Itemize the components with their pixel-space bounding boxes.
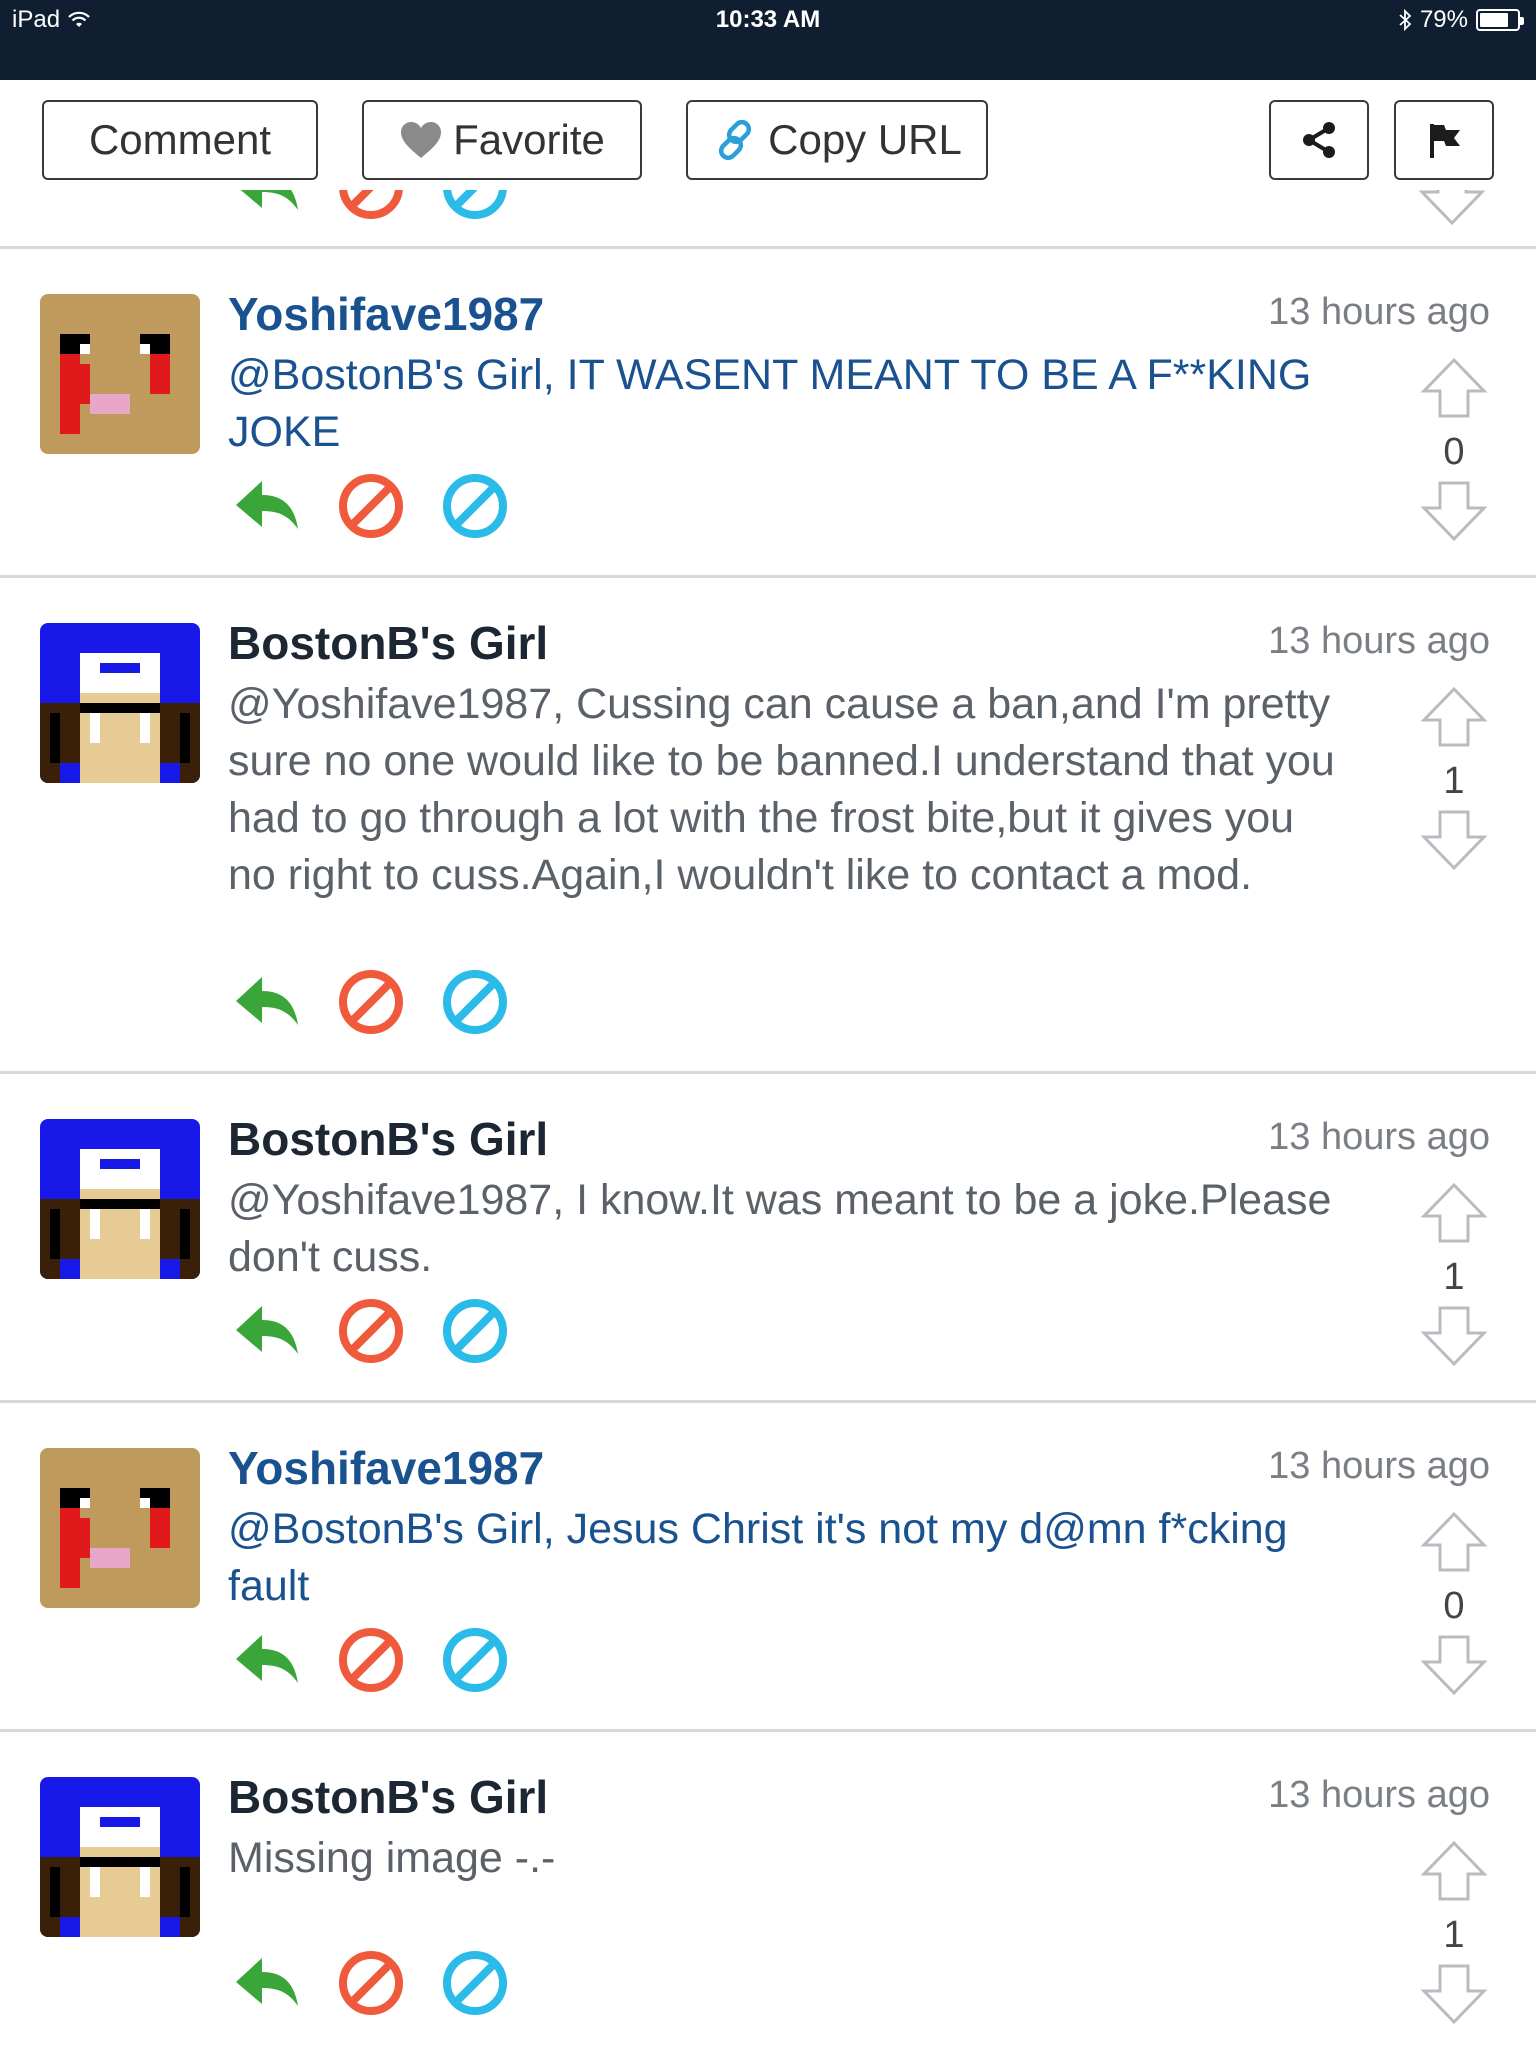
comment-author[interactable]: Yoshifave1987: [228, 1441, 544, 1495]
comment-text: @BostonB's Girl, IT WASENT MEANT TO BE A…: [228, 351, 1312, 456]
downvote-icon[interactable]: [1420, 480, 1488, 542]
vote-count: 0: [1443, 431, 1465, 473]
comment-row: BostonB's Girl 13 hours ago Missing imag…: [0, 1732, 1536, 2048]
comment-button[interactable]: Comment: [42, 100, 318, 180]
copy-url-button[interactable]: Copy URL: [686, 100, 988, 180]
vote-control: 1: [1408, 1182, 1500, 1372]
upvote-icon[interactable]: [1420, 357, 1488, 419]
heart-icon: [399, 120, 443, 160]
ignore-icon[interactable]: [440, 1625, 510, 1695]
share-icon: [1299, 120, 1339, 160]
block-icon[interactable]: [336, 1948, 406, 2018]
link-icon: [712, 117, 758, 163]
comment-button-label: Comment: [88, 116, 272, 163]
reply-icon[interactable]: [232, 471, 302, 541]
comment-text: @Yoshifave1987, I know.It was meant to b…: [228, 1176, 1332, 1281]
comment-author[interactable]: Yoshifave1987: [228, 287, 544, 341]
yoshifave-avatar[interactable]: [40, 1448, 200, 1608]
vote-count: 1: [1443, 1914, 1465, 1956]
comment-actions: [232, 1296, 510, 1366]
bluetooth-icon: [1398, 8, 1412, 32]
block-icon[interactable]: [336, 967, 406, 1037]
favorite-button[interactable]: Favorite: [362, 100, 642, 180]
ignore-icon[interactable]: [440, 1948, 510, 2018]
downvote-icon[interactable]: [1420, 1634, 1488, 1696]
comment-timestamp: 13 hours ago: [1268, 291, 1490, 333]
flag-button[interactable]: [1394, 100, 1494, 180]
upvote-icon[interactable]: [1420, 1511, 1488, 1573]
ignore-icon[interactable]: [440, 967, 510, 1037]
share-button[interactable]: [1269, 100, 1369, 180]
status-bar: iPad 10:33 AM 79%: [0, 0, 1536, 80]
yoshifave-avatar[interactable]: [40, 294, 200, 454]
reply-icon[interactable]: [232, 1296, 302, 1366]
ignore-icon[interactable]: [440, 1296, 510, 1366]
reply-icon[interactable]: [232, 967, 302, 1037]
downvote-icon[interactable]: [1418, 190, 1486, 226]
vote-control: 0: [1408, 357, 1500, 547]
vote-control: 1: [1408, 1840, 1500, 2030]
upvote-icon[interactable]: [1420, 686, 1488, 748]
vote-count: 0: [1443, 1585, 1465, 1627]
comment-actions: [232, 1948, 510, 2018]
comment-actions-partial: [232, 190, 510, 222]
vote-count: 1: [1443, 760, 1465, 802]
comment-author[interactable]: BostonB's Girl: [228, 1112, 548, 1166]
reply-icon[interactable]: [232, 1948, 302, 2018]
comment-author[interactable]: BostonB's Girl: [228, 1770, 548, 1824]
upvote-icon[interactable]: [1420, 1182, 1488, 1244]
comment-timestamp: 13 hours ago: [1268, 620, 1490, 662]
battery-icon: [1476, 9, 1524, 31]
copy-url-button-label: Copy URL: [768, 116, 962, 163]
vote-control: 0: [1408, 1511, 1500, 1701]
reply-icon[interactable]: [232, 190, 302, 222]
downvote-icon[interactable]: [1420, 1305, 1488, 1367]
vote-count: 1: [1443, 1256, 1465, 1298]
battery-percent: 79%: [1419, 6, 1468, 33]
comment-author[interactable]: BostonB's Girl: [228, 616, 548, 670]
comment-timestamp: 13 hours ago: [1268, 1774, 1490, 1816]
comment-text: @Yoshifave1987, Cussing can cause a ban,…: [228, 680, 1335, 899]
reply-icon[interactable]: [232, 1625, 302, 1695]
comment-row: Yoshifave1987 13 hours ago @BostonB's Gi…: [0, 249, 1536, 575]
block-icon[interactable]: [336, 471, 406, 541]
ignore-icon[interactable]: [440, 471, 510, 541]
comment-timestamp: 13 hours ago: [1268, 1116, 1490, 1158]
comment-actions: [232, 967, 510, 1037]
status-time: 10:33 AM: [715, 6, 821, 33]
favorite-button-label: Favorite: [453, 116, 605, 163]
status-right: 79%: [1398, 6, 1524, 34]
comment-actions: [232, 1625, 510, 1695]
downvote-icon[interactable]: [1420, 809, 1488, 871]
bostonb-girl-avatar[interactable]: [40, 623, 200, 783]
block-icon[interactable]: [336, 1625, 406, 1695]
upvote-icon[interactable]: [1420, 1840, 1488, 1902]
battery-level: [1480, 13, 1509, 27]
comment-row: BostonB's Girl 13 hours ago @Yoshifave19…: [0, 1074, 1536, 1400]
comment-row: Yoshifave1987 13 hours ago @BostonB's Gi…: [0, 1403, 1536, 1729]
block-icon[interactable]: [336, 1296, 406, 1366]
comment-text: Missing image -.-: [228, 1834, 556, 1882]
comment-row: BostonB's Girl 13 hours ago @Yoshifave19…: [0, 578, 1536, 1071]
ignore-icon[interactable]: [440, 190, 510, 222]
comment-row-partial: [0, 190, 1536, 250]
comment-text: @BostonB's Girl, Jesus Christ it's not m…: [228, 1505, 1288, 1610]
bostonb-girl-avatar[interactable]: [40, 1119, 200, 1279]
comment-actions: [232, 471, 510, 541]
comment-timestamp: 13 hours ago: [1268, 1445, 1490, 1487]
block-icon[interactable]: [336, 190, 406, 222]
flag-icon: [1424, 120, 1464, 160]
vote-control: 1: [1408, 686, 1500, 876]
bostonb-girl-avatar[interactable]: [40, 1777, 200, 1937]
downvote-icon[interactable]: [1420, 1963, 1488, 2025]
action-toolbar: Comment Favorite Copy URL: [0, 80, 1536, 190]
